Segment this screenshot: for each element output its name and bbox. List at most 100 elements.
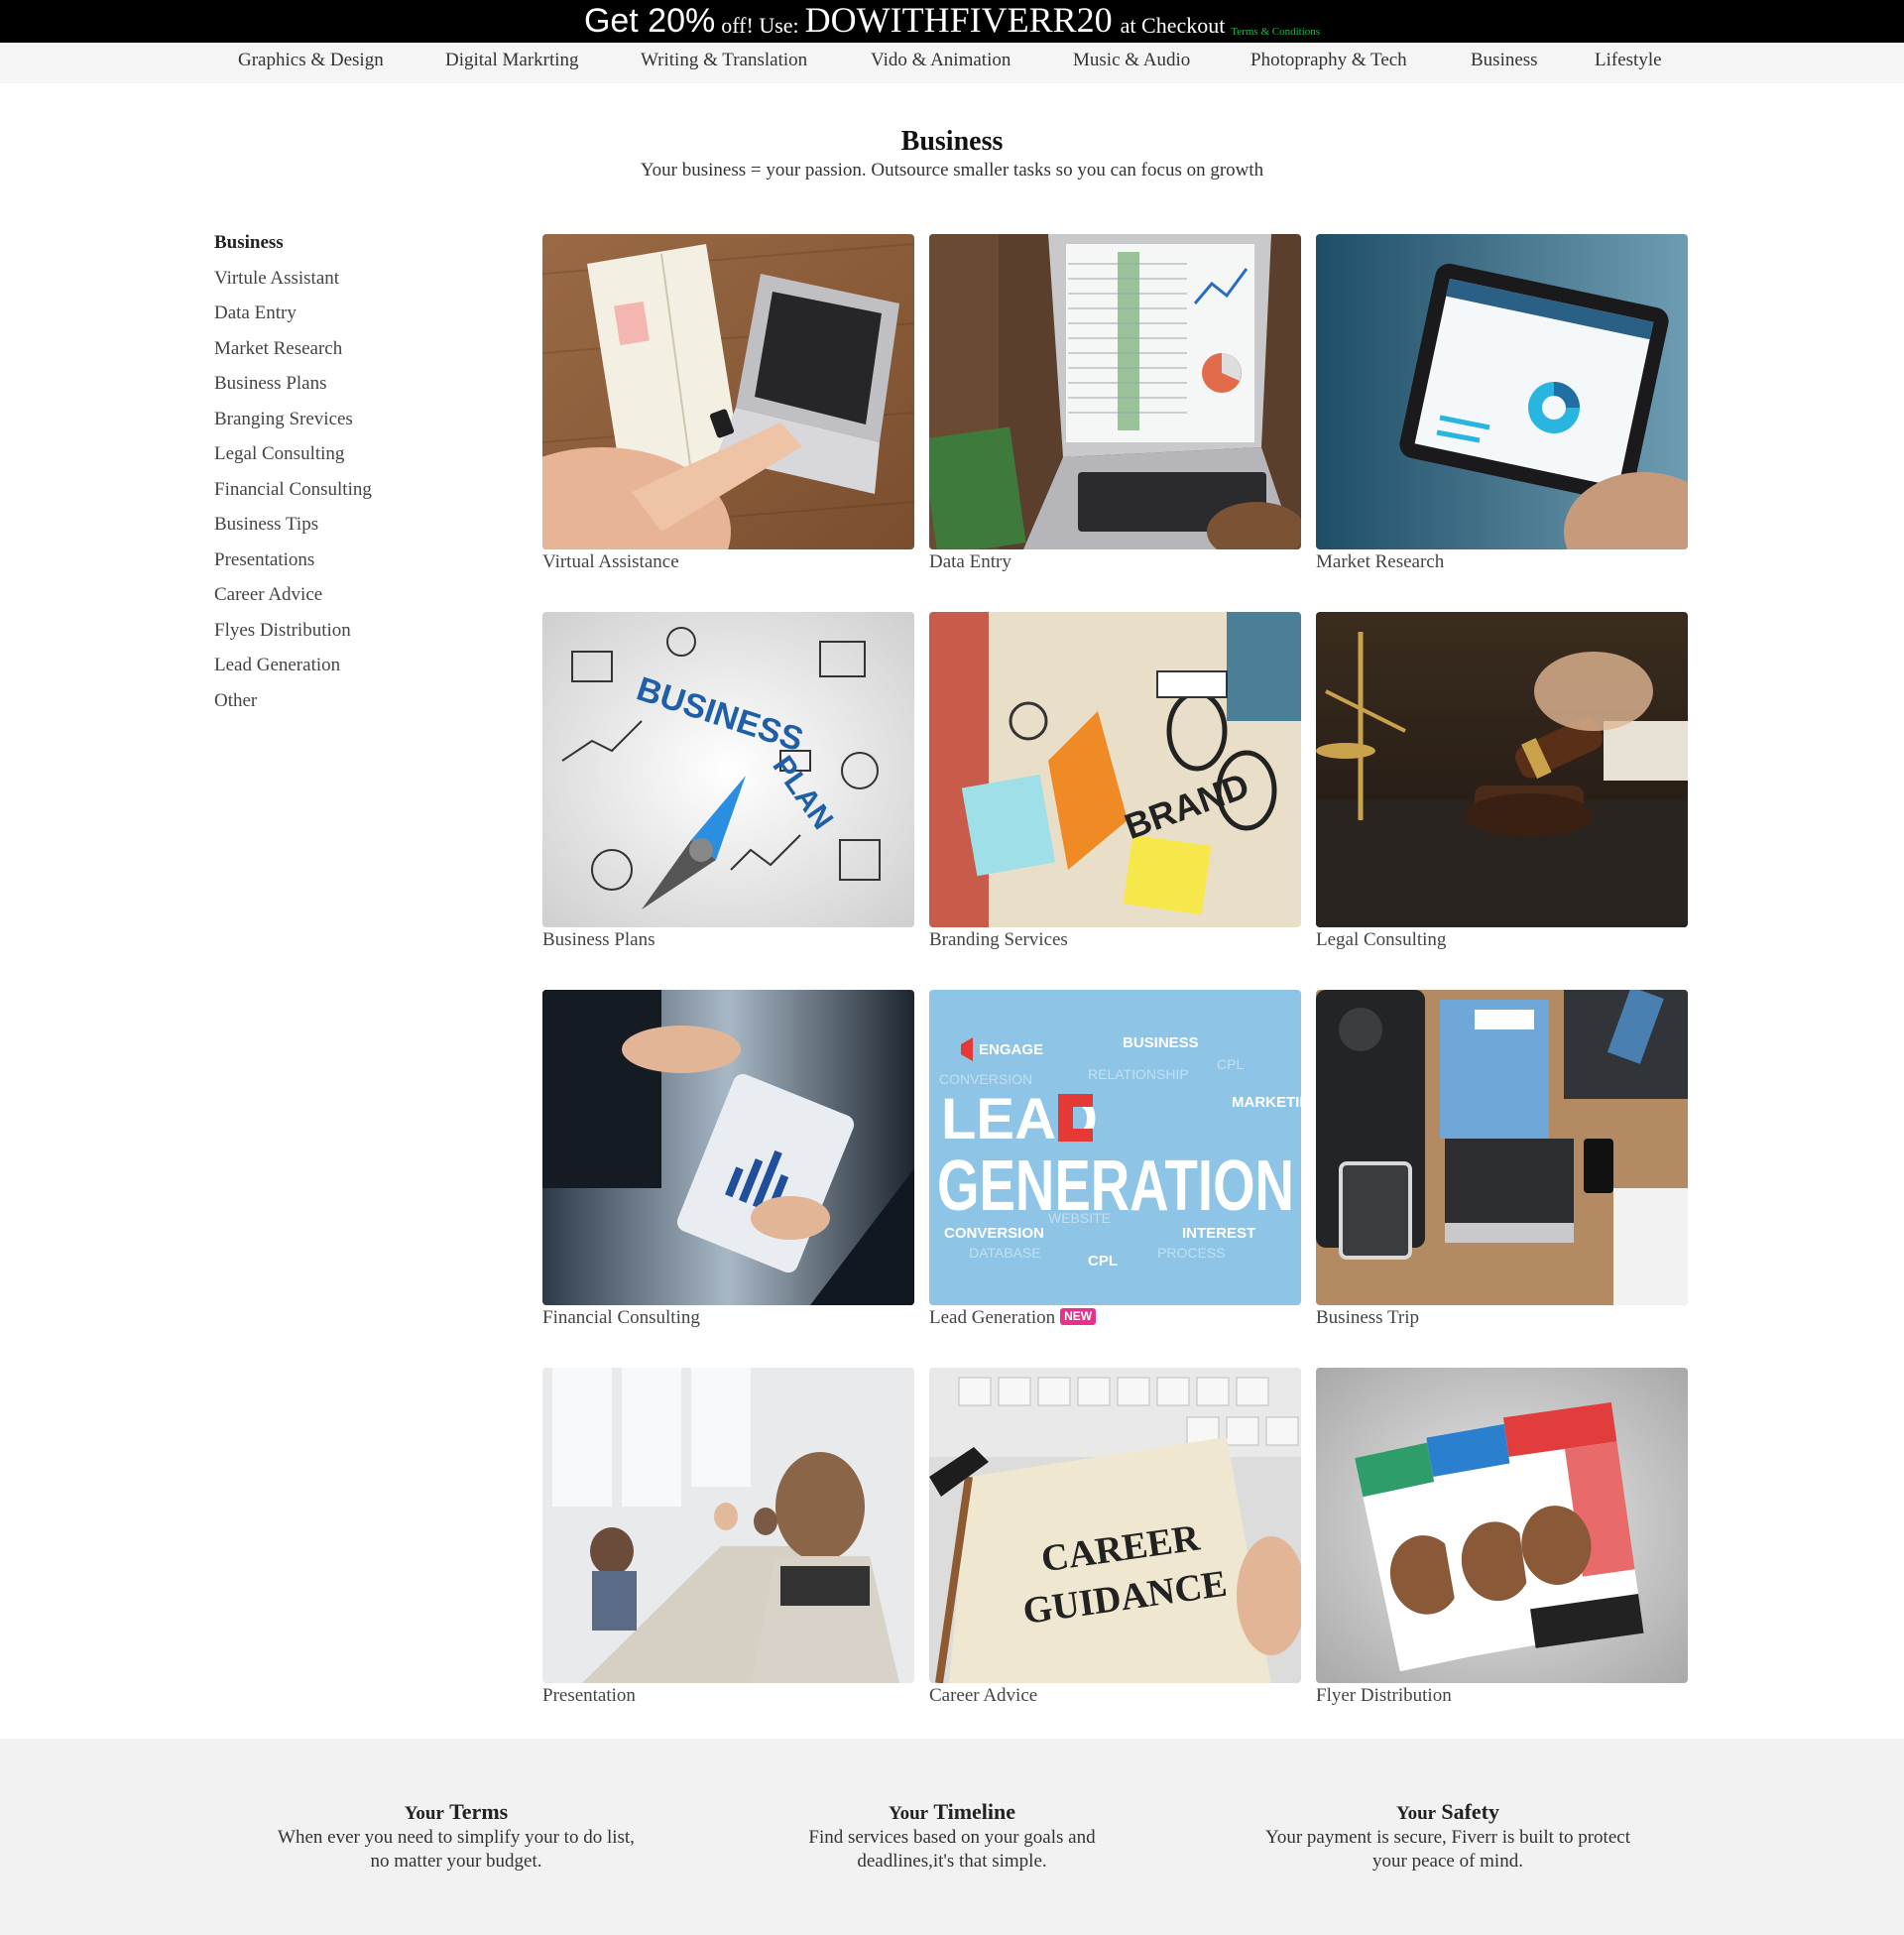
promo-off-use: off! Use: — [721, 13, 799, 38]
nav-item-photography-tech[interactable]: Photopraphy & Tech — [1250, 49, 1407, 72]
promo-at-checkout: at Checkout — [1120, 13, 1226, 38]
svg-text:CPL: CPL — [1217, 1056, 1244, 1072]
card-legal-consulting[interactable]: Legal Consulting — [1316, 612, 1688, 969]
footer-title: Your Terms — [248, 1800, 664, 1826]
card-label: Legal Consulting — [1316, 929, 1447, 950]
promo-discount: Get 20% — [583, 2, 716, 40]
new-badge: NEW — [1060, 1308, 1097, 1325]
sidebar-item-financial-consulting[interactable]: Financial Consulting — [214, 478, 472, 514]
card-label: Data Entry — [929, 551, 1012, 572]
subcategory-sidebar: Business Virtule Assistant Data Entry Ma… — [214, 231, 472, 724]
svg-text:CONVERSION: CONVERSION — [939, 1071, 1032, 1087]
sidebar-item-business-plans[interactable]: Business Plans — [214, 372, 472, 408]
card-data-entry[interactable]: Data Entry — [929, 234, 1301, 591]
card-label-text: Lead Generation — [929, 1307, 1056, 1328]
category-nav: Graphics & Design Digital Markrting Writ… — [0, 43, 1904, 83]
footer-text-line: Your payment is secure, Fiverr is built … — [1265, 1827, 1630, 1848]
sidebar-item-presentations[interactable]: Presentations — [214, 548, 472, 584]
footer-title: Your Timeline — [744, 1800, 1160, 1826]
sidebar-item-other[interactable]: Other — [214, 689, 472, 725]
footer-title-main: Timeline — [933, 1799, 1016, 1824]
brand-doodle-photo: BRAND — [929, 612, 1301, 927]
svg-text:PROCESS: PROCESS — [1157, 1245, 1225, 1261]
footer-col-timeline: Your Timeline Find services based on you… — [744, 1800, 1160, 1874]
footer-col-safety: Your Safety Your payment is secure, Five… — [1240, 1800, 1656, 1874]
sidebar-item-virtual-assistant[interactable]: Virtule Assistant — [214, 267, 472, 302]
sidebar-item-branding-services[interactable]: Branging Srevices — [214, 408, 472, 443]
card-label: Market Research — [1316, 551, 1445, 572]
footer-col-terms: Your Terms When ever you need to simplif… — [248, 1800, 664, 1874]
svg-text:INTEREST: INTEREST — [1182, 1225, 1255, 1242]
sidebar-item-market-research[interactable]: Market Research — [214, 337, 472, 373]
footer-title-your: Your — [1395, 1803, 1437, 1824]
card-label: Lead Generation NEW — [929, 1305, 1097, 1331]
nav-item-business[interactable]: Business — [1471, 49, 1538, 72]
spreadsheet-laptop-photo — [929, 234, 1301, 549]
svg-text:ENGAGE: ENGAGE — [979, 1041, 1043, 1058]
footer-title-your: Your — [888, 1803, 929, 1824]
card-business-trip[interactable]: Business Trip — [1316, 990, 1688, 1347]
sidebar-item-career-advice[interactable]: Career Advice — [214, 583, 472, 619]
svg-text:BUSINESS: BUSINESS — [1123, 1034, 1199, 1051]
svg-text:CPL: CPL — [1088, 1253, 1118, 1270]
card-career-advice[interactable]: CAREER GUIDANCE Career Advice — [929, 1368, 1301, 1725]
promo-code: DOWITHFIVERR20 — [804, 0, 1113, 40]
svg-text:DATABASE: DATABASE — [969, 1245, 1041, 1261]
sidebar-item-lead-generation[interactable]: Lead Generation — [214, 654, 472, 689]
card-lead-generation[interactable]: CONVERSION RELATIONSHIP CPL WEBSITE PROCESS… — [929, 990, 1301, 1347]
svg-text:CONVERSION: CONVERSION — [944, 1225, 1044, 1242]
terms-conditions-link[interactable]: Terms & Conditions — [1231, 25, 1320, 39]
card-label: Career Advice — [929, 1685, 1038, 1706]
nav-item-writing-translation[interactable]: Writing & Translation — [641, 49, 807, 72]
card-label: Financial Consulting — [542, 1307, 700, 1328]
promo-banner: Get 20% off! Use: DOWITHFIVERR20 at Chec… — [0, 0, 1904, 43]
svg-text:GENERATION: GENERATION — [937, 1147, 1294, 1226]
footer-title-main: Safety — [1441, 1799, 1500, 1824]
card-market-research[interactable]: Market Research — [1316, 234, 1688, 591]
nav-item-music-audio[interactable]: Music & Audio — [1073, 49, 1190, 72]
sidebar-item-data-entry[interactable]: Data Entry — [214, 302, 472, 337]
card-label: Flyer Distribution — [1316, 1685, 1452, 1706]
footer-title-your: Your — [404, 1803, 444, 1824]
laptop-desk-photo — [542, 234, 914, 549]
card-business-plans[interactable]: BUSINESS PLAN Business Plans — [542, 612, 914, 969]
card-virtual-assistance[interactable]: Virtual Assistance — [542, 234, 914, 591]
page-title: Business — [900, 126, 1004, 157]
footer-text-line: no matter your budget. — [370, 1851, 542, 1872]
flyer-mockup-photo — [1316, 1368, 1688, 1683]
footer-text-line: your peace of mind. — [1372, 1851, 1523, 1872]
page-subtitle: Your business = your passion. Outsource … — [640, 160, 1264, 181]
card-financial-consulting[interactable]: Financial Consulting — [542, 990, 914, 1347]
nav-item-graphics-design[interactable]: Graphics & Design — [238, 49, 384, 72]
footer-text-line: When ever you need to simplify your to d… — [278, 1827, 635, 1848]
career-guidance-notebook-photo: CAREER GUIDANCE — [929, 1368, 1301, 1683]
travel-flatlay-photo — [1316, 990, 1688, 1305]
card-label: Business Plans — [542, 929, 655, 950]
lead-generation-illustration: CONVERSION RELATIONSHIP CPL WEBSITE PROCESS… — [929, 990, 1301, 1305]
meeting-room-photo — [542, 1368, 914, 1683]
card-presentation[interactable]: Presentation — [542, 1368, 914, 1725]
sidebar-item-flyer-distribution[interactable]: Flyes Distribution — [214, 619, 472, 655]
sidebar-item-legal-consulting[interactable]: Legal Consulting — [214, 442, 472, 478]
footer-text-line: Find services based on your goals and — [808, 1827, 1096, 1848]
card-label: Virtual Assistance — [542, 551, 679, 572]
sidebar-heading-business[interactable]: Business — [214, 231, 472, 267]
svg-text:RELATIONSHIP: RELATIONSHIP — [1088, 1066, 1189, 1082]
gavel-scales-photo — [1316, 612, 1688, 927]
nav-item-video-animation[interactable]: Vido & Animation — [871, 49, 1011, 72]
handshake-tablet-photo — [542, 990, 914, 1305]
svg-text:MARKETING: MARKETING — [1232, 1094, 1301, 1111]
footer-text-line: deadlines,it's that simple. — [857, 1851, 1047, 1872]
business-plan-sketch: BUSINESS PLAN — [542, 612, 914, 927]
sidebar-item-business-tips[interactable]: Business Tips — [214, 513, 472, 548]
card-label: Presentation — [542, 1685, 636, 1706]
footer-title: Your Safety — [1240, 1800, 1656, 1826]
footer: Your Terms When ever you need to simplif… — [0, 1739, 1904, 1935]
nav-item-digital-marketing[interactable]: Digital Markrting — [445, 49, 579, 72]
nav-item-lifestyle[interactable]: Lifestyle — [1595, 49, 1662, 72]
card-label: Business Trip — [1316, 1307, 1420, 1328]
card-label: Branding Services — [929, 929, 1068, 950]
card-branding-services[interactable]: BRAND Branding Services — [929, 612, 1301, 969]
card-flyer-distribution[interactable]: Flyer Distribution — [1316, 1368, 1688, 1725]
footer-title-main: Terms — [449, 1799, 509, 1824]
